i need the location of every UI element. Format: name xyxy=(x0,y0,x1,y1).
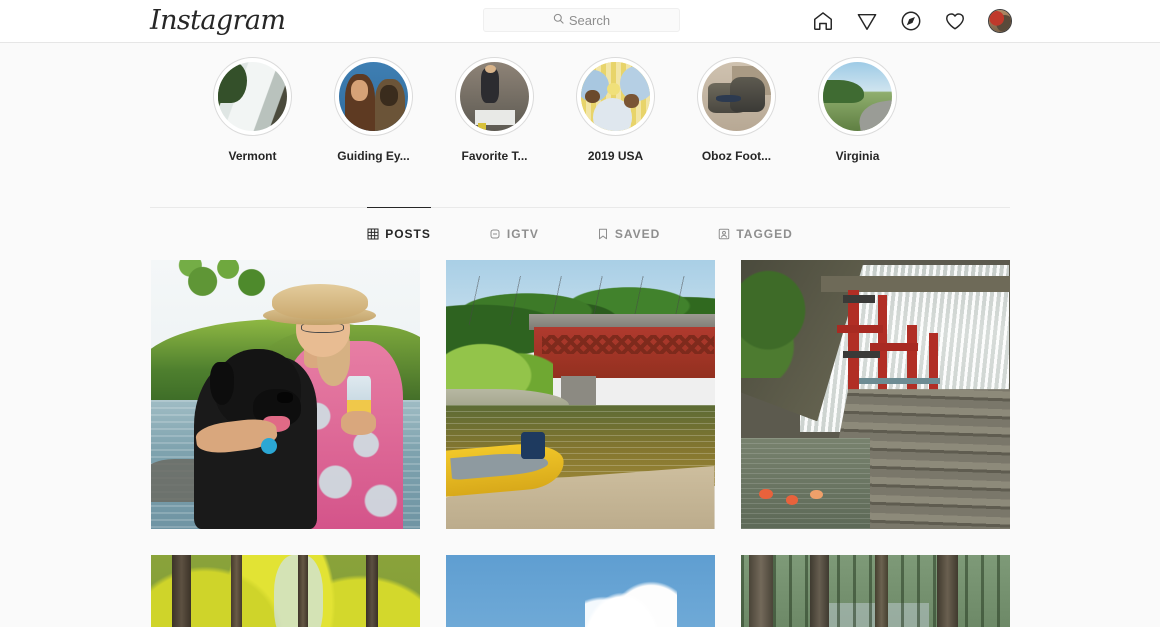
highlight-ring xyxy=(697,57,776,136)
highlight-label: Oboz Foot... xyxy=(701,149,772,163)
posts-grid xyxy=(150,260,1010,627)
tab-tagged[interactable]: TAGGED xyxy=(718,207,792,260)
highlight-ring xyxy=(213,57,292,136)
post-image xyxy=(445,260,715,529)
tab-saved[interactable]: SAVED xyxy=(597,207,660,260)
highlight-label: 2019 USA xyxy=(587,149,644,163)
tab-posts[interactable]: POSTS xyxy=(367,207,431,260)
story-highlight-favorite-t[interactable]: Favorite T... xyxy=(434,57,555,162)
heart-activity-icon[interactable] xyxy=(944,10,966,32)
profile-tabbar: POSTS IGTV SAVED TAGGED xyxy=(150,207,1010,260)
page-body: Vermont Guiding Ey... Favorite T... 2019… xyxy=(0,43,1160,627)
highlight-thumbnail xyxy=(581,62,650,131)
search-input[interactable]: Search xyxy=(483,8,680,32)
post-thumbnail[interactable] xyxy=(445,260,715,529)
instagram-logo[interactable]: Instagram xyxy=(150,7,286,34)
grid-icon xyxy=(367,228,379,240)
search-container: Search xyxy=(483,8,680,32)
post-image xyxy=(150,260,420,529)
post-image xyxy=(445,555,715,627)
direct-paper-plane-icon[interactable] xyxy=(856,10,878,32)
story-highlights-row: Vermont Guiding Ey... Favorite T... 2019… xyxy=(150,43,1010,162)
post-image xyxy=(150,555,420,627)
search-placeholder-text: Search xyxy=(568,12,611,28)
profile-avatar-icon[interactable] xyxy=(988,9,1012,33)
search-icon xyxy=(553,11,564,29)
tab-igtv[interactable]: IGTV xyxy=(489,207,539,260)
post-thumbnail[interactable] xyxy=(150,260,420,529)
tab-label: IGTV xyxy=(506,227,539,241)
compass-explore-icon[interactable] xyxy=(900,10,922,32)
post-thumbnail[interactable] xyxy=(150,555,420,627)
highlight-label: Virginia xyxy=(835,149,880,163)
highlight-thumbnail xyxy=(339,62,408,131)
top-navigation-bar: Instagram Search xyxy=(0,0,1160,43)
highlight-ring xyxy=(455,57,534,136)
highlight-label: Favorite T... xyxy=(461,149,528,163)
story-highlight-guiding-eyes[interactable]: Guiding Ey... xyxy=(313,57,434,162)
highlight-thumbnail xyxy=(218,62,287,131)
highlight-thumbnail xyxy=(702,62,771,131)
post-image xyxy=(740,555,1010,627)
post-thumbnail[interactable] xyxy=(445,555,715,627)
profile-content: Vermont Guiding Ey... Favorite T... 2019… xyxy=(150,43,1010,627)
highlight-label: Guiding Ey... xyxy=(337,149,410,163)
nav-inner: Instagram Search xyxy=(0,0,1160,42)
tagged-person-icon xyxy=(718,228,730,240)
story-highlight-oboz-footwear[interactable]: Oboz Foot... xyxy=(676,57,797,162)
post-thumbnail[interactable] xyxy=(740,555,1010,627)
tab-label: TAGGED xyxy=(736,227,793,241)
story-highlight-2019-usa[interactable]: 2019 USA xyxy=(555,57,676,162)
igtv-icon xyxy=(489,228,501,240)
avatar-image xyxy=(989,10,1011,32)
home-icon[interactable] xyxy=(812,10,834,32)
bookmark-icon xyxy=(597,228,609,240)
nav-icon-group xyxy=(812,0,1012,42)
story-highlight-vermont[interactable]: Vermont xyxy=(192,57,313,162)
post-thumbnail[interactable] xyxy=(740,260,1010,529)
highlight-thumbnail xyxy=(823,62,892,131)
tab-label: POSTS xyxy=(385,227,431,241)
post-image xyxy=(740,260,1010,529)
highlight-thumbnail xyxy=(460,62,529,131)
tab-label: SAVED xyxy=(614,227,661,241)
highlight-ring xyxy=(576,57,655,136)
highlight-ring xyxy=(818,57,897,136)
story-highlight-virginia[interactable]: Virginia xyxy=(797,57,918,162)
highlight-label: Vermont xyxy=(228,149,277,163)
highlight-ring xyxy=(334,57,413,136)
